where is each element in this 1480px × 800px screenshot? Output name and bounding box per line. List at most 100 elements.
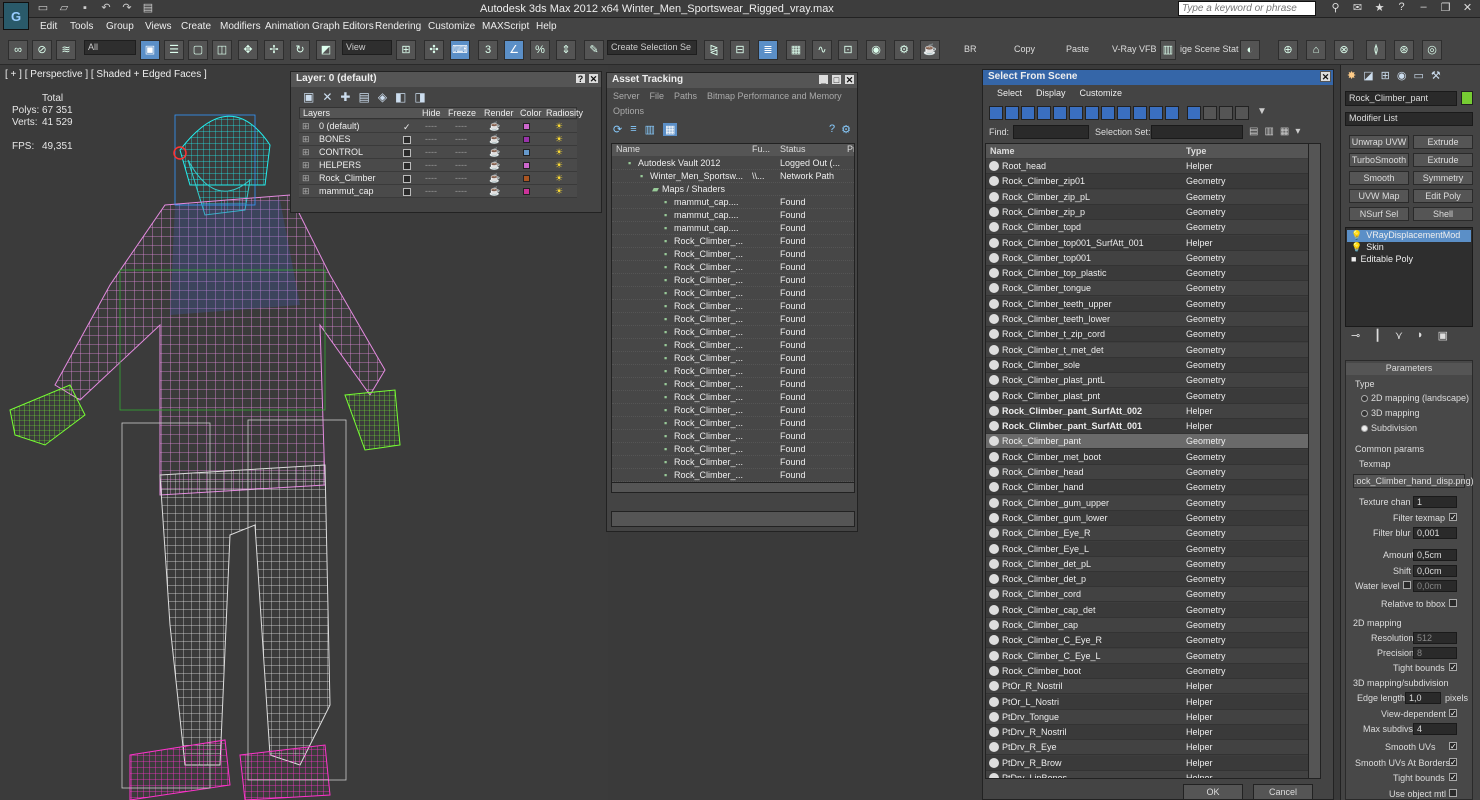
scene-object-row[interactable]: Rock_Climber_plast_pnt Geometry	[986, 388, 1320, 404]
remove-modifier-icon[interactable]: ◗	[1417, 329, 1424, 342]
hide-toggle-icon[interactable]: ----	[425, 186, 437, 196]
spinner-snap-icon[interactable]: ⇕	[556, 40, 576, 60]
show-end-result-icon[interactable]: ┃	[1374, 329, 1381, 342]
scene-object-row[interactable]: Rock_Climber_det_p Geometry	[986, 572, 1320, 588]
display-frozen-icon[interactable]	[1149, 106, 1163, 120]
tight-bounds-2d-checkbox[interactable]: ✓	[1449, 663, 1457, 672]
snaps-toggle-icon[interactable]: 3	[478, 40, 498, 60]
layer-row[interactable]: ⊞ 0 (default) ✓ ---- ---- ☕ ☀	[299, 120, 577, 133]
asset-row[interactable]: ▪ Rock_Climber_... Found	[612, 365, 854, 378]
asset-row[interactable]: ▪ Rock_Climber_... Found	[612, 300, 854, 313]
tab-modify-icon[interactable]: ◪	[1363, 69, 1373, 82]
layer-manager-icon[interactable]: ≣	[758, 40, 778, 60]
extra-tool-icon-5[interactable]: ⊛	[1394, 40, 1414, 60]
texmap-button[interactable]: .ock_Climber_hand_disp.png)	[1353, 474, 1474, 488]
keyboard-shortcut-icon[interactable]: ⌨	[450, 40, 470, 60]
radiosity-icon[interactable]: ☀	[555, 186, 563, 197]
asset-row[interactable]: ▪ Winter_Men_Sportsw... \\... Network Path	[612, 170, 854, 183]
named-selection-set-dropdown[interactable]: Create Selection Se	[607, 40, 697, 55]
configure-sets-icon[interactable]: ▣	[1438, 329, 1448, 342]
help-icon[interactable]: ?	[575, 73, 586, 84]
scene-object-row[interactable]: Rock_Climber_topd Geometry	[986, 220, 1320, 236]
scene-object-row[interactable]: Rock_Climber_gum_lower Geometry	[986, 510, 1320, 526]
modifier-visibility-icon[interactable]: ■	[1351, 254, 1356, 264]
scene-states-button[interactable]: ige Scene Stat	[1180, 44, 1239, 54]
close-icon[interactable]: ✕	[588, 73, 599, 84]
col-freeze[interactable]: Freeze	[448, 108, 476, 118]
scene-object-row[interactable]: PtDrv_LipBones Helper	[986, 771, 1320, 778]
render-teapot-icon[interactable]: ☕	[489, 186, 500, 197]
col-hide[interactable]: Hide	[422, 108, 441, 118]
select-move-icon[interactable]: ✥	[238, 40, 258, 60]
asset-menu-file[interactable]: File	[650, 91, 665, 101]
asset-menu-options[interactable]: Options	[613, 106, 644, 116]
texture-channel-spinner[interactable]: 1	[1413, 496, 1457, 508]
table-view-icon[interactable]: ▦	[663, 123, 678, 136]
binoculars-icon[interactable]: ⚲	[1329, 1, 1342, 14]
precision-spinner[interactable]: 8	[1413, 647, 1457, 659]
unlink-icon[interactable]: ⊘	[32, 40, 52, 60]
close-icon[interactable]: ✕	[1461, 1, 1474, 14]
freeze-toggle-icon[interactable]: ----	[455, 121, 467, 131]
select-rotate-icon[interactable]: ↻	[290, 40, 310, 60]
schematic-view-icon[interactable]: ⊡	[838, 40, 858, 60]
col-render[interactable]: Render	[484, 108, 514, 118]
col-status[interactable]: Status	[780, 144, 806, 154]
extra-tool-icon-1[interactable]: ⊕	[1278, 40, 1298, 60]
hide-toggle-icon[interactable]: ----	[425, 121, 437, 131]
layer-current-checkbox[interactable]: ✓	[403, 122, 411, 133]
asset-menu-server[interactable]: Server	[613, 91, 640, 101]
max-subdivs-spinner[interactable]: 4	[1413, 723, 1457, 735]
asset-row[interactable]: ▪ mammut_cap.... Found	[612, 209, 854, 222]
asset-row[interactable]: ▪ Rock_Climber_... Found	[612, 443, 854, 456]
display-cameras-icon[interactable]	[1037, 106, 1051, 120]
add-to-layer-icon[interactable]: ✚	[340, 90, 350, 104]
col-layers[interactable]: Layers	[303, 108, 330, 118]
viewport-label[interactable]: [ + ] [ Perspective ] [ Shaded + Edged F…	[5, 69, 207, 80]
pin-stack-icon[interactable]: ⊸	[1351, 329, 1360, 342]
scene-object-row[interactable]: Rock_Climber_sole Geometry	[986, 357, 1320, 373]
render-br-label[interactable]: BR	[964, 44, 977, 54]
mirror-icon[interactable]: ⧎	[704, 40, 724, 60]
asset-row[interactable]: ▪ Rock_Climber_... Found	[612, 313, 854, 326]
window-crossing-icon[interactable]: ◫	[212, 40, 232, 60]
radiosity-icon[interactable]: ☀	[555, 147, 563, 158]
col-proxy[interactable]: Pr	[847, 144, 854, 154]
asset-row[interactable]: ▪ Rock_Climber_... Found	[612, 248, 854, 261]
type-subdivision-radio[interactable]	[1361, 425, 1368, 433]
asset-menu-bitmap[interactable]: Bitmap Performance and Memory	[707, 91, 842, 101]
col-name[interactable]: Name	[616, 144, 640, 154]
asset-row[interactable]: ▪ Rock_Climber_... Found	[612, 339, 854, 352]
hide-toggle-icon[interactable]: ----	[425, 160, 437, 170]
col-color[interactable]: Color	[520, 108, 542, 118]
menu-modifiers[interactable]: Modifiers	[220, 21, 261, 32]
find-input[interactable]	[1013, 125, 1089, 139]
menu-customize[interactable]: Customize	[428, 21, 475, 32]
new-file-icon[interactable]: ▭	[36, 2, 50, 15]
extra-tool-icon-2[interactable]: ⌂	[1306, 40, 1326, 60]
expand-icon[interactable]: ⊞	[302, 186, 310, 197]
material-editor-icon[interactable]: ◉	[866, 40, 886, 60]
resolution-spinner[interactable]: 512	[1413, 632, 1457, 644]
radiosity-icon[interactable]: ☀	[555, 134, 563, 145]
layer-manager-title-bar[interactable]: Layer: 0 (default) ? ✕	[291, 72, 601, 87]
smooth-uvs-borders-checkbox[interactable]: ✓	[1449, 758, 1457, 767]
scene-object-row[interactable]: Rock_Climber_t_met_det Geometry	[986, 342, 1320, 358]
filter-funnel-icon[interactable]: ▼	[1257, 106, 1271, 120]
link-icon[interactable]: ∞	[8, 40, 28, 60]
type-option-2d[interactable]: 2D mapping (landscape)	[1361, 393, 1469, 403]
scene-object-row[interactable]: PtOr_L_Nostri Helper	[986, 694, 1320, 710]
asset-row[interactable]: ▪ mammut_cap.... Found	[612, 196, 854, 209]
scene-object-row[interactable]: Rock_Climber_pant_SurfAtt_001 Helper	[986, 419, 1320, 435]
display-xrefs-icon[interactable]	[1101, 106, 1115, 120]
asset-row[interactable]: ▰ Maps / Shaders	[612, 183, 854, 196]
asset-row[interactable]: ▪ Rock_Climber_... Found	[612, 391, 854, 404]
menu-animation[interactable]: Animation	[265, 21, 309, 32]
expand-icon[interactable]: ⊞	[302, 121, 310, 132]
extra-tool-icon-6[interactable]: ◎	[1422, 40, 1442, 60]
save-file-icon[interactable]: ▪	[78, 2, 92, 15]
asset-row[interactable]: ▪ mammut_cap.... Found	[612, 222, 854, 235]
cancel-button[interactable]: Cancel	[1253, 784, 1313, 800]
asset-row[interactable]: ▪ Rock_Climber_... Found	[612, 274, 854, 287]
refresh-icon[interactable]: ⟳	[613, 123, 622, 136]
